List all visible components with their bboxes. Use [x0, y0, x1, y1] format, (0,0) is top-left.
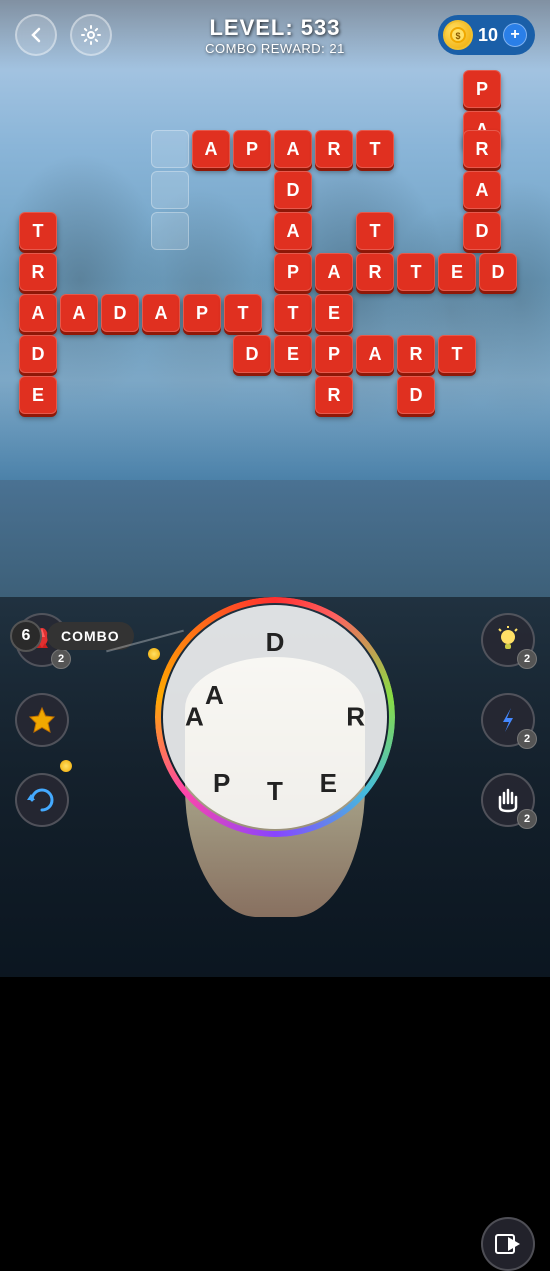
coin-icon: $ [443, 20, 473, 50]
refresh-icon [27, 785, 57, 815]
combo-reward-text: COMBO REWARD: 21 [205, 41, 345, 56]
tile-T2: T [356, 212, 394, 250]
tile-A2: A [274, 130, 312, 168]
tile-D-left1: D [19, 335, 57, 373]
tile-P1: P [233, 130, 271, 168]
tile-R3: R [397, 335, 435, 373]
tile-E1: E [438, 253, 476, 291]
header-left-buttons [15, 14, 112, 56]
gear-icon [80, 24, 102, 46]
tile-P4: P [315, 335, 353, 373]
refresh-button[interactable] [15, 773, 69, 827]
tile-A-right2: A [463, 171, 501, 209]
tile-A4: A [315, 253, 353, 291]
wheel-inner: D R E P T A A [163, 605, 387, 829]
tile-P-top: P [463, 70, 501, 108]
wheel-letter-P[interactable]: P [213, 768, 230, 799]
empty-tile-1 [151, 130, 189, 168]
back-icon [26, 25, 46, 45]
tile-R4: R [315, 376, 353, 414]
tile-T-left1: T [19, 212, 57, 250]
hand-badge: 2 [517, 809, 537, 829]
wheel-letter-E[interactable]: E [320, 768, 337, 799]
tile-A1: A [192, 130, 230, 168]
dot-decoration-2 [60, 760, 72, 772]
tile-A3: A [274, 212, 312, 250]
back-button[interactable] [15, 14, 57, 56]
wheel-letter-D[interactable]: D [266, 627, 285, 658]
wheel-letter-A2[interactable]: A [205, 680, 224, 711]
dot-decoration-1 [148, 648, 160, 660]
rocket-badge: 2 [51, 649, 71, 669]
hand-icon [493, 785, 523, 815]
tile-R1: R [315, 130, 353, 168]
lightning-button[interactable]: 2 [481, 693, 535, 747]
coin-display: $ 10 + [438, 15, 535, 55]
settings-button[interactable] [70, 14, 112, 56]
combo-number: 6 [10, 620, 42, 652]
svg-text:$: $ [455, 31, 460, 41]
lightning-badge: 2 [517, 729, 537, 749]
add-coins-button[interactable]: + [503, 23, 527, 47]
wheel-letter-A1[interactable]: A [185, 702, 204, 733]
coin-image: $ [449, 26, 467, 44]
header-center: LEVEL: 533 COMBO REWARD: 21 [205, 15, 345, 56]
level-text: LEVEL: 533 [209, 15, 340, 41]
tile-A7: A [356, 335, 394, 373]
empty-tile-3 [151, 212, 189, 250]
bottom-panel: D R E P T A A 2 [0, 597, 550, 977]
star-icon [27, 705, 57, 735]
letter-wheel[interactable]: D R E P T A A [155, 597, 395, 837]
tile-T6: T [438, 335, 476, 373]
tile-D4: D [233, 335, 271, 373]
tile-T4: T [224, 294, 262, 332]
coin-count: 10 [478, 25, 498, 46]
tile-E-left1: E [19, 376, 57, 414]
star-button[interactable] [15, 693, 69, 747]
tile-E3: E [274, 335, 312, 373]
lightbulb-button[interactable]: 2 [481, 613, 535, 667]
tile-D2: D [479, 253, 517, 291]
tile-P3: P [183, 294, 221, 332]
tile-D5: D [397, 376, 435, 414]
video-icon [494, 1230, 522, 1258]
wheel-letter-R[interactable]: R [346, 702, 365, 733]
tile-R-right: R [463, 130, 501, 168]
tile-D1: D [274, 171, 312, 209]
lightbulb-icon [493, 625, 523, 655]
tile-T3: T [397, 253, 435, 291]
tile-P2: P [274, 253, 312, 291]
tile-R2: R [356, 253, 394, 291]
tile-A6: A [142, 294, 180, 332]
tile-D3: D [101, 294, 139, 332]
lightning-icon [493, 705, 523, 735]
tile-A5: A [60, 294, 98, 332]
empty-tile-2 [151, 171, 189, 209]
hand-button[interactable]: 2 [481, 773, 535, 827]
tile-A-left1: A [19, 294, 57, 332]
tile-E2: E [315, 294, 353, 332]
tile-T1: T [356, 130, 394, 168]
tile-R-left1: R [19, 253, 57, 291]
wheel-letter-T[interactable]: T [267, 776, 283, 807]
header: LEVEL: 533 COMBO REWARD: 21 $ 10 + [0, 0, 550, 70]
tile-T5: T [274, 294, 312, 332]
tile-D-right: D [463, 212, 501, 250]
video-button[interactable] [481, 1217, 535, 1271]
lightbulb-badge: 2 [517, 649, 537, 669]
